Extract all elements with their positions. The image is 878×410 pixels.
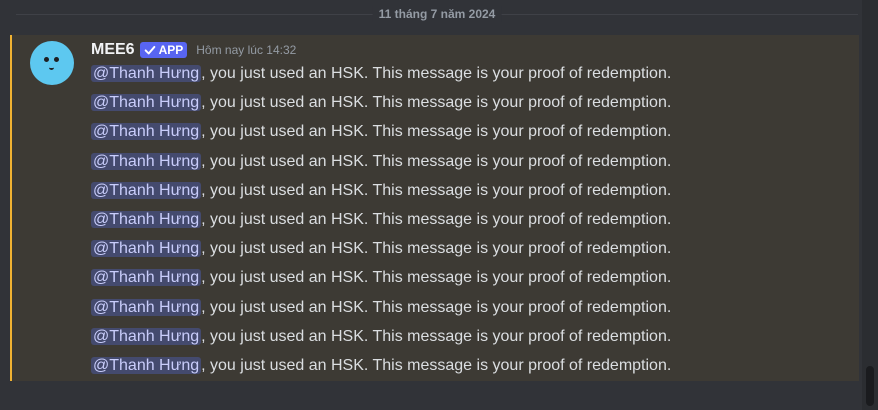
message-line: @Thanh Hưng, you just used an HSK. This … xyxy=(91,178,671,207)
date-divider: 11 tháng 7 năm 2024 xyxy=(16,6,858,22)
message-header: MEE6 APP Hôm nay lúc 14:32 xyxy=(91,40,296,60)
message-lines: @Thanh Hưng, you just used an HSK. This … xyxy=(91,61,671,382)
user-mention[interactable]: @Thanh Hưng xyxy=(91,269,202,287)
author-name[interactable]: MEE6 xyxy=(91,40,135,60)
app-badge: APP xyxy=(139,42,188,58)
message-text: , you just used an HSK. This message is … xyxy=(201,269,672,287)
message-text: , you just used an HSK. This message is … xyxy=(201,356,672,374)
message-timestamp[interactable]: Hôm nay lúc 14:32 xyxy=(196,40,296,60)
avatar-mouth xyxy=(49,65,54,70)
app-badge-label: APP xyxy=(158,43,184,57)
user-mention[interactable]: @Thanh Hưng xyxy=(91,152,202,170)
message-text: , you just used an HSK. This message is … xyxy=(201,298,672,316)
message-text: , you just used an HSK. This message is … xyxy=(201,94,672,112)
scrollbar-thumb[interactable] xyxy=(866,366,874,406)
avatar[interactable] xyxy=(30,41,74,85)
user-mention[interactable]: @Thanh Hưng xyxy=(91,123,202,141)
user-mention[interactable]: @Thanh Hưng xyxy=(91,65,202,82)
message-text: , you just used an HSK. This message is … xyxy=(201,65,672,82)
user-mention[interactable]: @Thanh Hưng xyxy=(91,181,202,199)
chat-area: 11 tháng 7 năm 2024 MEE6 APP Hôm nay lúc… xyxy=(0,0,862,410)
user-mention[interactable]: @Thanh Hưng xyxy=(91,298,202,316)
user-mention[interactable]: @Thanh Hưng xyxy=(91,240,202,258)
user-mention[interactable]: @Thanh Hưng xyxy=(91,94,202,112)
message-group[interactable]: MEE6 APP Hôm nay lúc 14:32 @Thanh Hưng, … xyxy=(10,35,859,381)
message-line: @Thanh Hưng, you just used an HSK. This … xyxy=(91,265,671,294)
user-mention[interactable]: @Thanh Hưng xyxy=(91,210,202,228)
message-line: @Thanh Hưng, you just used an HSK. This … xyxy=(91,324,671,353)
message-text: , you just used an HSK. This message is … xyxy=(201,327,672,345)
avatar-eye-right xyxy=(54,57,59,62)
message-line: @Thanh Hưng, you just used an HSK. This … xyxy=(91,149,671,178)
date-divider-label: 11 tháng 7 năm 2024 xyxy=(372,6,502,22)
message-text: , you just used an HSK. This message is … xyxy=(201,240,672,258)
message-line: @Thanh Hưng, you just used an HSK. This … xyxy=(91,61,671,90)
message-text: , you just used an HSK. This message is … xyxy=(201,181,672,199)
user-mention[interactable]: @Thanh Hưng xyxy=(91,327,202,345)
message-line: @Thanh Hưng, you just used an HSK. This … xyxy=(91,90,671,119)
avatar-eye-left xyxy=(44,57,49,62)
message-line: @Thanh Hưng, you just used an HSK. This … xyxy=(91,295,671,324)
message-text: , you just used an HSK. This message is … xyxy=(201,123,672,141)
message-line: @Thanh Hưng, you just used an HSK. This … xyxy=(91,236,671,265)
scrollbar-track[interactable] xyxy=(862,0,878,410)
user-mention[interactable]: @Thanh Hưng xyxy=(91,356,202,374)
message-text: , you just used an HSK. This message is … xyxy=(201,210,672,228)
checkmark-icon xyxy=(144,45,155,55)
message-text: , you just used an HSK. This message is … xyxy=(201,152,672,170)
message-line: @Thanh Hưng, you just used an HSK. This … xyxy=(91,353,671,382)
message-line: @Thanh Hưng, you just used an HSK. This … xyxy=(91,119,671,148)
message-line: @Thanh Hưng, you just used an HSK. This … xyxy=(91,207,671,236)
